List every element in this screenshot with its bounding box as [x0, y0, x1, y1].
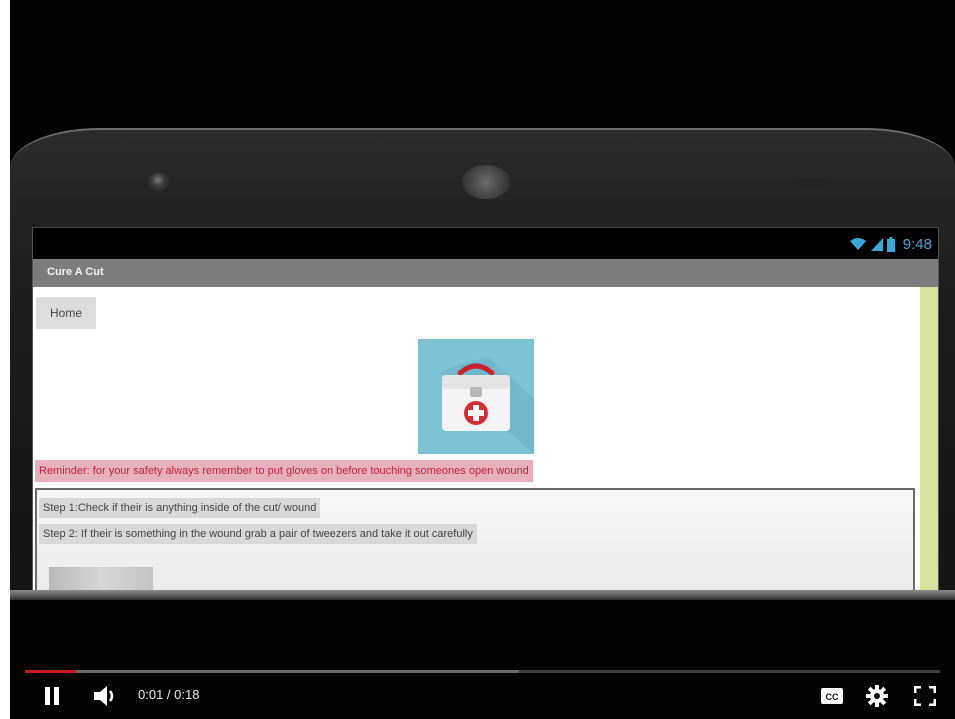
- player-controls: 0:01 / 0:18 CC: [10, 660, 955, 719]
- wifi-icon: [849, 238, 866, 250]
- settings-button[interactable]: [864, 684, 890, 708]
- first-aid-kit-icon: [440, 357, 534, 454]
- home-button[interactable]: Home: [36, 297, 96, 329]
- progress-buffered: [25, 670, 520, 673]
- pause-button[interactable]: [40, 684, 64, 708]
- android-status-bar: 9:48: [33, 227, 938, 259]
- battery-icon: [886, 236, 895, 252]
- progress-bar[interactable]: [25, 670, 940, 673]
- signal-icon: [870, 238, 883, 251]
- fullscreen-icon: [914, 686, 936, 706]
- phone-screen-bottom-edge: [10, 590, 955, 600]
- video-player: 9:48 Cure A Cut Home Reminder: for your …: [0, 0, 955, 719]
- step-1-text: Step 1:Check if their is anything inside…: [39, 498, 321, 518]
- app-content: Home Reminder: for your safety always re…: [33, 287, 938, 598]
- step-2-text: Step 2: If their is something in the wou…: [39, 524, 477, 544]
- time-display: 0:01 / 0:18: [138, 687, 200, 702]
- scroll-edge: [920, 287, 938, 598]
- captions-button[interactable]: CC: [819, 685, 845, 707]
- phone-speaker: [462, 165, 510, 199]
- cc-icon: CC: [821, 688, 843, 704]
- gear-icon: [866, 685, 888, 707]
- app-title-bar: Cure A Cut: [33, 259, 938, 287]
- phone-screen: 9:48 Cure A Cut Home Reminder: for your …: [32, 227, 939, 598]
- svg-text:CC: CC: [826, 692, 839, 702]
- app-title: Cure A Cut: [47, 266, 104, 278]
- steps-panel: Step 1:Check if their is anything inside…: [35, 488, 915, 598]
- volume-icon: [94, 686, 114, 706]
- phone-camera: [148, 173, 170, 191]
- video-frame[interactable]: 9:48 Cure A Cut Home Reminder: for your …: [10, 0, 955, 719]
- safety-reminder: Reminder: for your safety always remembe…: [35, 460, 533, 482]
- phone-edge: [10, 128, 955, 168]
- volume-button[interactable]: [92, 684, 120, 708]
- pause-icon: [45, 687, 59, 705]
- first-aid-kit-image: [418, 339, 534, 454]
- status-icons: 9:48: [849, 232, 932, 256]
- progress-played: [25, 670, 77, 673]
- status-time: 9:48: [902, 235, 932, 253]
- phone-sensor: [792, 178, 832, 186]
- fullscreen-button[interactable]: [912, 684, 938, 708]
